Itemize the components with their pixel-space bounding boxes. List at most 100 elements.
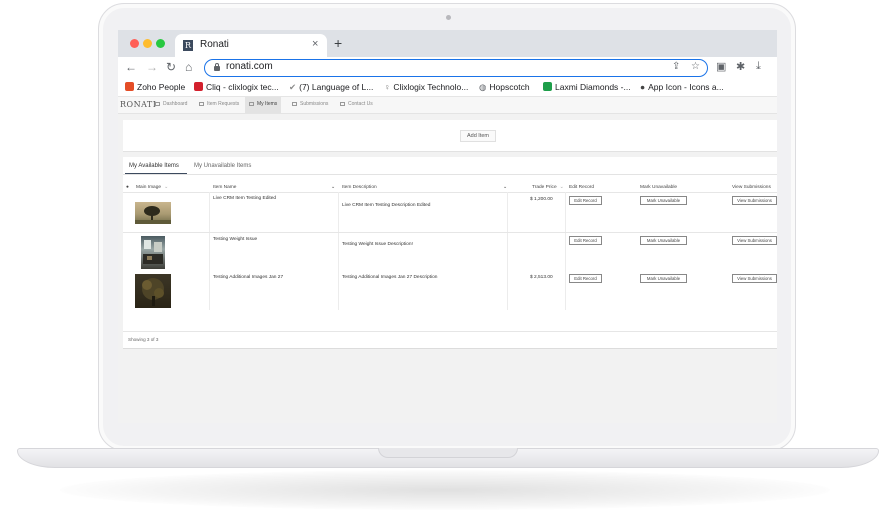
col-view-submissions: View Submissions: [732, 185, 771, 190]
checkmark-icon: ✔: [289, 82, 297, 92]
puzzle-extensions-icon[interactable]: ✱: [736, 60, 745, 73]
items-tabs: My Available Items My Unavailable Items: [123, 157, 777, 175]
download-icon[interactable]: ⤓: [756, 60, 761, 73]
edit-record-button[interactable]: Edit Record: [569, 196, 602, 205]
address-bar[interactable]: ronati.com ⇪ ☆: [204, 59, 708, 77]
minimize-window-button[interactable]: [143, 39, 152, 48]
dark-tree-image-icon: [142, 278, 164, 306]
edit-record-button[interactable]: Edit Record: [569, 274, 602, 283]
close-tab-icon[interactable]: ×: [312, 38, 318, 50]
browser-tab-ronati[interactable]: R Ronati ×: [175, 34, 327, 57]
nav-my-items[interactable]: My Items: [245, 97, 282, 113]
bookmark-star-icon[interactable]: ☆: [691, 61, 700, 72]
maximize-window-button[interactable]: [156, 39, 165, 48]
item-name-cell: Live CRM Item Testing Edited: [213, 196, 277, 201]
globe-icon: ◍: [479, 82, 487, 92]
tab-title: Ronati: [200, 39, 229, 50]
view-submissions-button[interactable]: View Submissions: [732, 236, 777, 245]
tree-image-icon: [135, 206, 171, 224]
forward-arrow-icon[interactable]: →: [146, 60, 158, 74]
footer-divider: [123, 331, 777, 332]
add-item-button[interactable]: Add Item: [460, 130, 496, 142]
app-navbar: RONATI Dashboard Item Requests My Items …: [118, 97, 777, 114]
mark-unavailable-button[interactable]: Mark Unavailable: [640, 236, 687, 245]
camera-dot: [446, 15, 451, 20]
col-item-name[interactable]: Item Name: [213, 185, 236, 190]
bookmark-item[interactable]: Zoho People: [125, 82, 185, 92]
nav-contact-us[interactable]: Contact Us: [336, 97, 377, 113]
laptop-mockup: R Ronati × + ← → ↻ ⌂ ronati.com ⇪ ☆ ▣ ✱ …: [0, 0, 885, 532]
row-divider: [123, 232, 777, 233]
item-thumbnail[interactable]: [141, 236, 165, 269]
col-trade-price[interactable]: Trade Price ⌄: [532, 185, 564, 190]
col-item-description[interactable]: Item Description: [342, 185, 377, 190]
item-description-cell: Testing Weight Issue Description!: [342, 242, 413, 247]
browser-window: R Ronati × + ← → ↻ ⌂ ronati.com ⇪ ☆ ▣ ✱ …: [118, 30, 777, 423]
tab-my-unavailable-items[interactable]: My Unavailable Items: [194, 163, 251, 169]
browser-toolbar: ← → ↻ ⌂ ronati.com ⇪ ☆ ▣ ✱ ⤓: [118, 57, 777, 79]
col-mark-unavailable: Mark Unavailable: [640, 185, 678, 190]
bookmark-item[interactable]: ● App Icon - Icons a...: [640, 82, 724, 92]
mark-unavailable-button[interactable]: Mark Unavailable: [640, 196, 687, 205]
item-thumbnail[interactable]: [135, 274, 171, 308]
add-item-card: Add Item: [123, 120, 777, 152]
mark-unavailable-button[interactable]: Mark Unavailable: [640, 274, 687, 283]
back-arrow-icon[interactable]: ←: [125, 60, 137, 74]
tab-my-available-items[interactable]: My Available Items: [129, 163, 179, 169]
close-window-button[interactable]: [130, 39, 139, 48]
url-text: ronati.com: [226, 61, 273, 72]
lock-icon: [214, 63, 220, 71]
item-name-cell: Testing Weight Issue: [213, 237, 258, 242]
nav-dashboard[interactable]: Dashboard: [151, 97, 191, 113]
column-divider: [209, 192, 210, 310]
column-divider: [565, 192, 566, 310]
reload-icon[interactable]: ↻: [166, 60, 176, 74]
edit-record-button[interactable]: Edit Record: [569, 236, 602, 245]
sort-icon: ⌄: [164, 185, 169, 190]
plus-icon: [543, 82, 552, 91]
pagination-summary: Showing 3 of 3: [128, 337, 159, 342]
trade-price-cell: $ 2,513.00: [530, 275, 553, 280]
bookmark-item[interactable]: ◍ Hopscotch: [479, 82, 530, 93]
nav-submissions[interactable]: Submissions: [288, 97, 332, 113]
item-description-cell: Testing Additional Images Jan 27 Descrip…: [342, 275, 438, 280]
dashboard-icon: [155, 101, 160, 106]
laptop-base-notch: [378, 448, 518, 458]
bookmarks-bar: Zoho People Cliq - clixlogix tec... ✔ (7)…: [118, 79, 777, 97]
column-divider: [507, 192, 508, 310]
submissions-icon: [292, 101, 297, 106]
view-submissions-button[interactable]: View Submissions: [732, 274, 777, 283]
sort-icon: ⌄: [559, 185, 564, 190]
items-table-card: My Available Items My Unavailable Items …: [123, 157, 777, 349]
bookmark-item[interactable]: Laxmi Diamonds -...: [543, 82, 631, 92]
select-column-marker[interactable]: ●: [126, 185, 129, 190]
share-icon[interactable]: ⇪: [672, 61, 680, 72]
apple-icon: ●: [640, 82, 646, 92]
nav-item-requests[interactable]: Item Requests: [195, 97, 243, 113]
zoho-icon: [125, 82, 134, 91]
home-icon[interactable]: ⌂: [185, 60, 192, 74]
bookmark-item[interactable]: ✔ (7) Language of L...: [289, 82, 373, 93]
trade-price-cell: $ 1,200.00: [530, 197, 553, 202]
column-divider: [338, 192, 339, 310]
floor-shadow: [60, 470, 830, 510]
new-tab-button[interactable]: +: [334, 35, 342, 51]
col-main-image[interactable]: Main Image ⌄: [136, 185, 168, 190]
cliq-icon: [194, 82, 203, 91]
bookmark-item[interactable]: ♀ Clixlogix Technolo...: [384, 82, 468, 92]
bookmark-item[interactable]: Cliq - clixlogix tec...: [194, 82, 279, 92]
items-icon: [249, 101, 254, 106]
active-tab-underline: [125, 173, 187, 175]
contact-icon: [340, 101, 345, 106]
header-divider: [123, 192, 777, 193]
item-name-cell: Testing Additional Images Jan 27: [213, 275, 284, 280]
tab-bar: R Ronati × +: [118, 30, 777, 57]
room-image-icon: [143, 240, 163, 264]
view-submissions-button[interactable]: View Submissions: [732, 196, 777, 205]
sort-item-name-icon[interactable]: ⌄: [331, 185, 335, 190]
item-thumbnail[interactable]: [135, 202, 171, 224]
sort-description-icon[interactable]: ⌄: [503, 185, 507, 190]
bulb-icon: ♀: [384, 82, 391, 92]
extension-box-icon[interactable]: ▣: [716, 60, 726, 73]
item-description-cell: Live CRM Item Testing Description Edited: [342, 203, 431, 208]
